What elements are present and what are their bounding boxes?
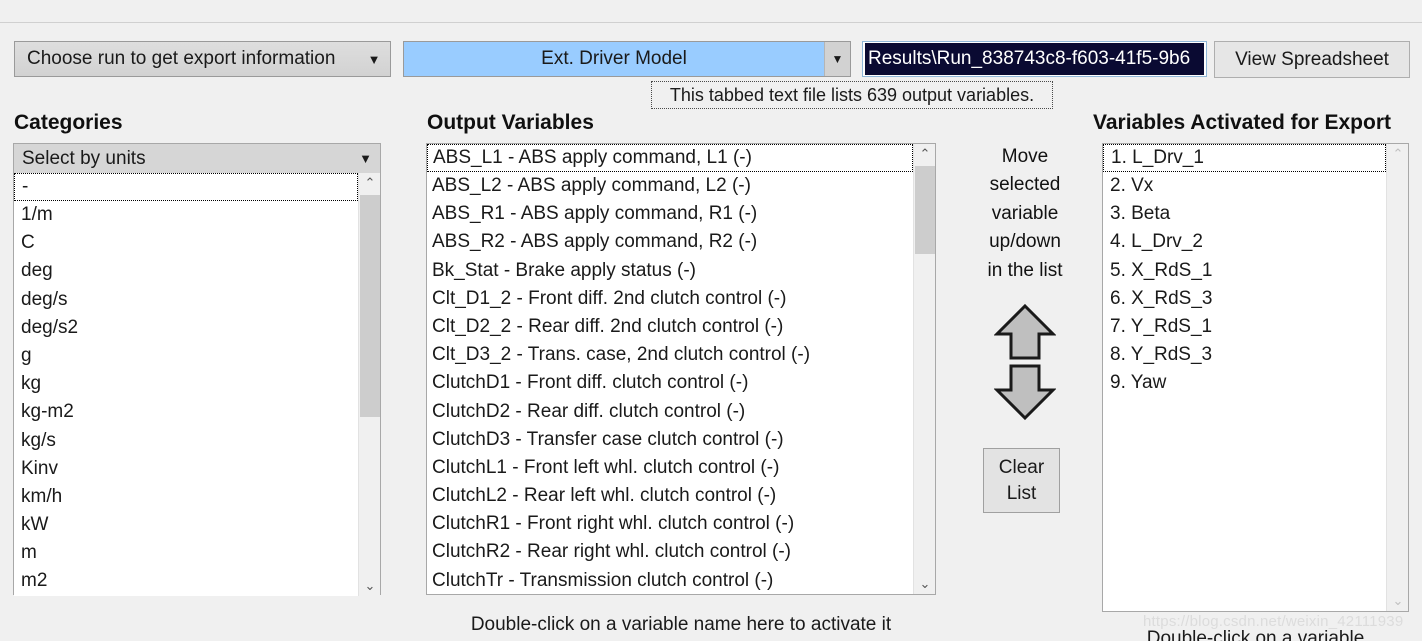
category-list-item[interactable]: kW	[14, 511, 358, 539]
categories-title: Categories	[14, 111, 123, 134]
move-instruction-line: up/down	[989, 231, 1061, 253]
clear-list-label-line2: List	[1006, 482, 1037, 504]
category-list-item[interactable]: kg	[14, 370, 358, 398]
output-variable-list-item[interactable]: ClutchD2 - Rear diff. clutch control (-)	[427, 398, 913, 426]
category-list-item[interactable]: kg/s	[14, 427, 358, 455]
output-variable-list-item[interactable]: Clt_D2_2 - Rear diff. 2nd clutch control…	[427, 313, 913, 341]
categories-list-container: -1/m Cdeg deg/s deg/s2 g kg kg-m2 kg/s Kinv km/h k…	[14, 173, 380, 596]
export-variables-panel: Choose run to get export information ▼ E…	[0, 0, 1422, 641]
scroll-up-icon[interactable]: ⌃	[914, 144, 936, 164]
category-list-item[interactable]: Kinv	[14, 455, 358, 483]
activated-variable-list-item[interactable]: 5. X_RdS_1	[1103, 257, 1386, 285]
category-list-item[interactable]: deg	[14, 257, 358, 285]
move-arrow-buttons	[955, 303, 1095, 421]
activated-variables-scrollbar[interactable]: ⌃ ⌄	[1386, 144, 1408, 611]
output-variables-scrollbar-thumb[interactable]	[915, 166, 935, 254]
move-up-arrow[interactable]	[994, 303, 1056, 361]
category-list-item[interactable]: deg/s2	[14, 314, 358, 342]
category-list-item[interactable]: g	[14, 342, 358, 370]
category-list-item[interactable]: m2	[14, 567, 358, 595]
output-variable-list-item[interactable]: ClutchR1 - Front right whl. clutch contr…	[427, 510, 913, 538]
categories-filter-label: Select by units	[22, 147, 146, 169]
activated-variable-list-item[interactable]: 1. L_Drv_1	[1103, 144, 1386, 172]
categories-filter-dropdown[interactable]: Select by units ▼	[14, 144, 380, 173]
chevron-down-icon: ▼	[359, 151, 372, 166]
output-variables-hint: Double-click on a variable name here to …	[470, 614, 892, 635]
category-list-item[interactable]: -	[14, 173, 358, 201]
chevron-down-icon: ▼	[824, 42, 850, 76]
move-controls-column: Move selected variable up/down in the list C…	[955, 143, 1095, 595]
output-variable-list-item[interactable]: ClutchD3 - Transfer case clutch control …	[427, 426, 913, 454]
activated-variables-title: Variables Activated for Export	[1093, 111, 1391, 134]
export-path-value: Results\Run_838743c8-f603-41f5-9b6	[865, 43, 1204, 75]
output-variable-list-item[interactable]: ABS_R1 - ABS apply command, R1 (-)	[427, 200, 913, 228]
category-list-item[interactable]: deg/s	[14, 286, 358, 314]
activated-variable-list-item[interactable]: 9. Yaw	[1103, 369, 1386, 397]
file-info-tooltip: This tabbed text file lists 639 output v…	[651, 81, 1053, 109]
categories-scrollbar[interactable]: ⌃ ⌄	[358, 173, 380, 596]
move-instruction-line: Move	[1001, 146, 1049, 167]
file-info-tooltip-text: This tabbed text file lists 639 output v…	[669, 84, 1035, 105]
run-selection-dropdown[interactable]: Choose run to get export information ▼	[14, 41, 391, 77]
move-instruction-line: in the list	[987, 259, 1063, 281]
window-top-divider	[0, 22, 1422, 23]
run-selection-dropdown-label: Choose run to get export information	[27, 48, 336, 69]
category-list-item[interactable]: m	[14, 539, 358, 567]
move-instruction-line: selected	[989, 174, 1061, 196]
activated-variable-list-item[interactable]: 8. Y_RdS_3	[1103, 341, 1386, 369]
output-variable-list-item[interactable]: Clt_D1_2 - Front diff. 2nd clutch contro…	[427, 285, 913, 313]
output-variable-list-item[interactable]: ClutchR2 - Rear right whl. clutch contro…	[427, 538, 913, 566]
activated-variables-panel: 1. L_Drv_1 2. Vx 3. Beta 4. L_Drv_2 5. X_RdS…	[1102, 143, 1409, 612]
category-list-item[interactable]: 1/m	[14, 201, 358, 229]
output-variable-list-item[interactable]: ClutchL1 - Front left whl. clutch contro…	[427, 454, 913, 482]
output-variable-list-item[interactable]: ABS_L2 - ABS apply command, L2 (-)	[427, 172, 913, 200]
view-spreadsheet-label: View Spreadsheet	[1235, 48, 1389, 70]
activated-variable-list-item[interactable]: 2. Vx	[1103, 172, 1386, 200]
category-list-item[interactable]: kg-m2	[14, 398, 358, 426]
activated-variable-list-item[interactable]: 6. X_RdS_3	[1103, 285, 1386, 313]
activated-variable-list-item[interactable]: 7. Y_RdS_1	[1103, 313, 1386, 341]
output-variables-panel: ABS_L1 - ABS apply command, L1 (-) ABS_L2…	[426, 143, 936, 595]
activated-variable-list-item[interactable]: 4. L_Drv_2	[1103, 228, 1386, 256]
model-selection-dropdown[interactable]: Ext. Driver Model ▼	[403, 41, 851, 77]
output-variable-list-item[interactable]: Clt_D3_2 - Trans. case, 2nd clutch contr…	[427, 341, 913, 369]
activated-variable-list-item[interactable]: 3. Beta	[1103, 200, 1386, 228]
output-variable-list-item[interactable]: Bk_Stat - Brake apply status (-)	[427, 257, 913, 285]
output-variable-list-item[interactable]: ClutchD1 - Front diff. clutch control (-…	[427, 369, 913, 397]
output-variable-list-item[interactable]: ABS_L1 - ABS apply command, L1 (-)	[427, 144, 913, 172]
output-variables-scrollbar[interactable]: ⌃ ⌄	[913, 144, 935, 594]
view-spreadsheet-button[interactable]: View Spreadsheet	[1214, 41, 1410, 78]
scroll-down-icon[interactable]: ⌄	[914, 574, 936, 594]
move-instruction-text: Move selected variable up/down in the list	[955, 143, 1095, 285]
scroll-down-icon[interactable]: ⌄	[1387, 591, 1409, 611]
output-variables-list[interactable]: ABS_L1 - ABS apply command, L1 (-) ABS_L2…	[427, 144, 913, 594]
clear-list-button[interactable]: Clear List	[983, 448, 1060, 513]
move-down-arrow[interactable]	[994, 363, 1056, 421]
scroll-down-icon[interactable]: ⌄	[359, 576, 381, 596]
output-variable-list-item[interactable]: ClutchTr - Transmission clutch control (…	[427, 567, 913, 594]
output-variable-list-item[interactable]: ABS_R2 - ABS apply command, R2 (-)	[427, 228, 913, 256]
categories-scrollbar-thumb[interactable]	[360, 195, 380, 417]
output-variables-title: Output Variables	[427, 111, 594, 134]
output-variable-list-item[interactable]: ClutchL2 - Rear left whl. clutch control…	[427, 482, 913, 510]
watermark-text: https://blog.csdn.net/weixin_42111939	[1143, 613, 1404, 630]
category-list-item[interactable]: C	[14, 229, 358, 257]
categories-panel: Select by units ▼ -1/m Cdeg deg/s deg/s2 g kg…	[13, 143, 381, 596]
scroll-up-icon[interactable]: ⌃	[359, 173, 381, 193]
scroll-up-icon[interactable]: ⌃	[1387, 144, 1409, 164]
export-path-input[interactable]: Results\Run_838743c8-f603-41f5-9b6	[862, 41, 1207, 77]
clear-list-label-line1: Clear	[998, 456, 1045, 478]
category-list-item[interactable]: km/h	[14, 483, 358, 511]
activated-variables-list[interactable]: 1. L_Drv_1 2. Vx 3. Beta 4. L_Drv_2 5. X_RdS…	[1103, 144, 1386, 611]
move-instruction-line: variable	[991, 202, 1059, 224]
categories-list[interactable]: -1/m Cdeg deg/s deg/s2 g kg kg-m2 kg/s Kinv km/h k…	[14, 173, 358, 596]
chevron-down-icon: ▼	[367, 51, 381, 67]
model-selection-dropdown-value: Ext. Driver Model	[404, 42, 824, 76]
